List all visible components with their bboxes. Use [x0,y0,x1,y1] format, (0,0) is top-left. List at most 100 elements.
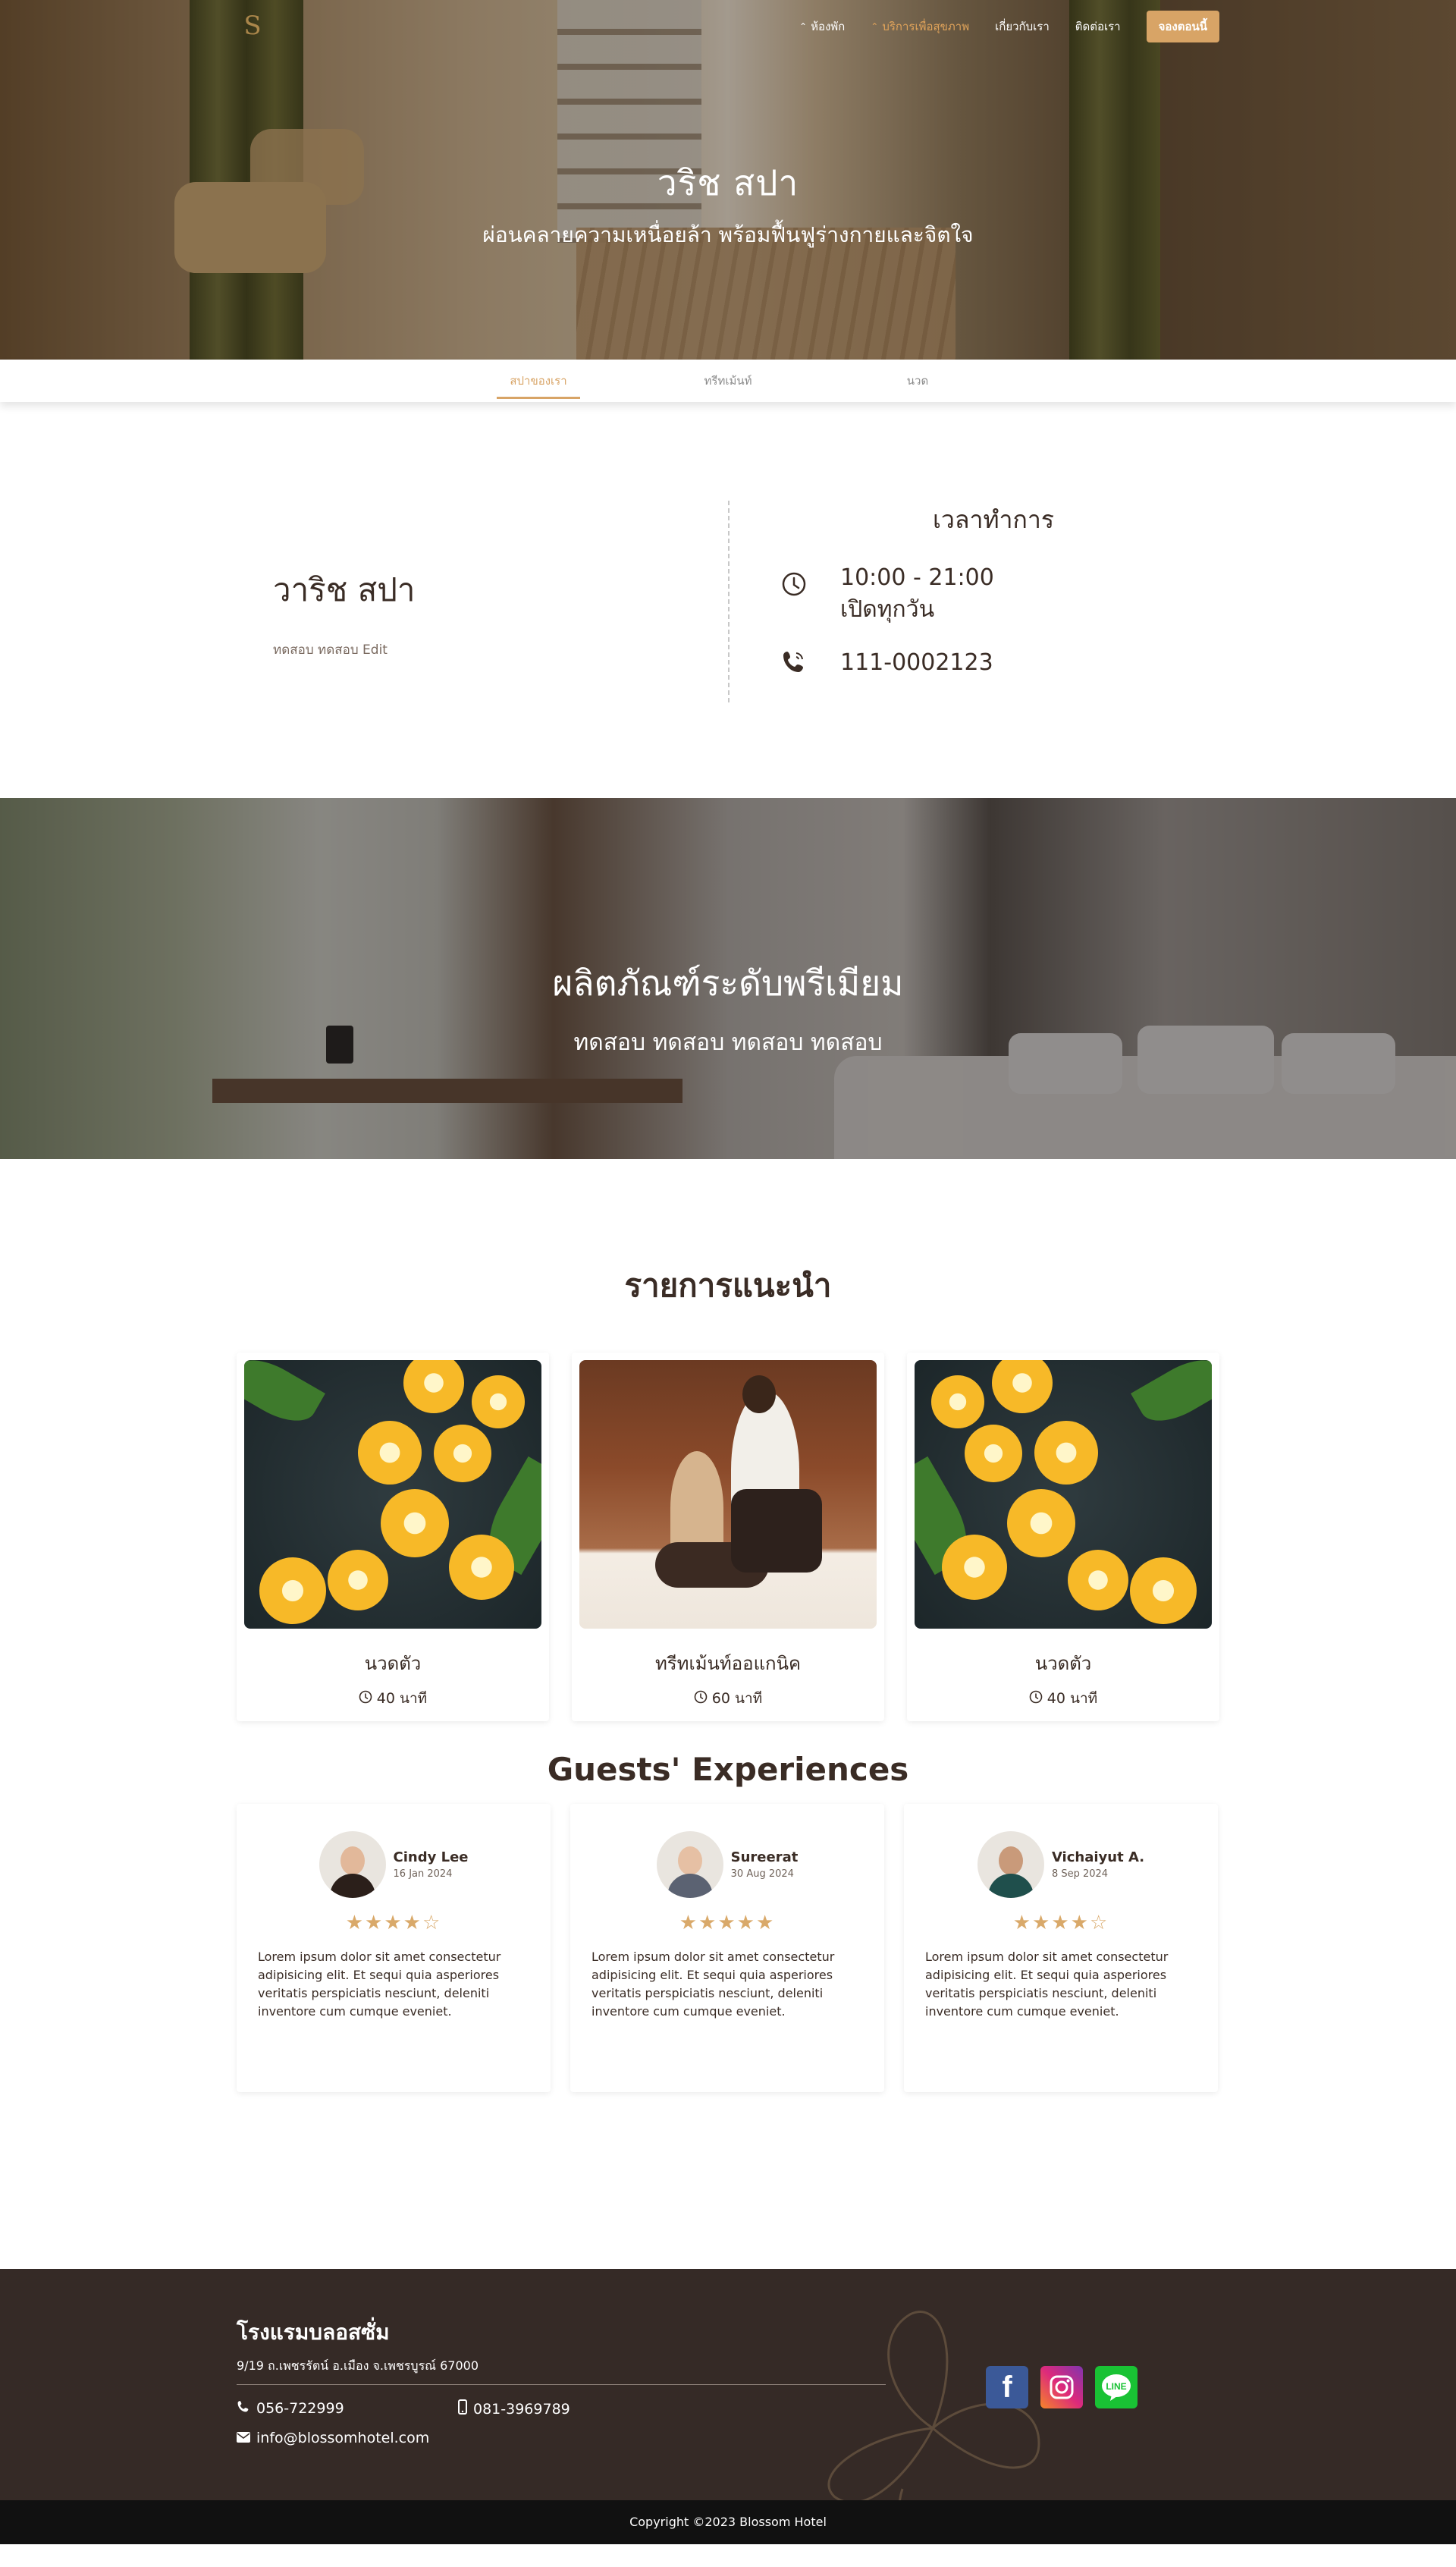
citrus-bath-image [244,1360,541,1629]
reviewer-name: Cindy Lee [393,1849,469,1865]
hero-section: S ⌃ ห้องพัก ⌃ บริการเพื่อสุขภาพ เกี่ยวกั… [0,0,1456,360]
footer-phone[interactable]: 056-722999 [237,2399,344,2417]
review-card: Sureerat 30 Aug 2024 ★★★★★ Lorem ipsum d… [570,1804,884,2092]
star-rating: ★★★★☆ [1012,1912,1109,1934]
review-text: Lorem ipsum dolor sit amet consectetur a… [592,1950,835,2019]
clock-icon [1029,1690,1043,1708]
hours-title: เวลาทำการ [932,505,1055,534]
footer-mobile[interactable]: 081-3969789 [458,2399,570,2418]
navbar: S ⌃ ห้องพัก ⌃ บริการเพื่อสุขภาพ เกี่ยวกั… [0,0,1456,49]
service-card[interactable]: นวดตัว 40 นาที [907,1353,1219,1721]
service-card[interactable]: นวดตัว 40 นาที [237,1353,549,1721]
days-value: เปิดทุกวัน [840,596,935,623]
service-name: ทรีทเม้นท์ออแกนิค [654,1653,802,1674]
service-duration: 40 นาที [907,1687,1219,1710]
nav-item-wellness[interactable]: ⌃ บริการเพื่อสุขภาพ [871,17,969,36]
spa-description: ทดสอบ ทดสอบ Edit [273,643,388,658]
nav-item-contact[interactable]: ติดต่อเรา [1075,17,1121,36]
review-text: Lorem ipsum dolor sit amet consectetur a… [925,1950,1169,2019]
nav-item-label: ห้องพัก [811,20,846,33]
svg-text:LINE: LINE [1106,2381,1126,2392]
hours-row: 10:00 - 21:00 เปิดทุกวัน [781,562,1160,626]
instagram-icon[interactable] [1040,2366,1083,2408]
chevron-up-icon: ⌃ [871,21,879,32]
clock-icon [359,1690,372,1708]
footer-email[interactable]: info@blossomhotel.com [237,2430,429,2446]
nav-links: ⌃ ห้องพัก ⌃ บริการเพื่อสุขภาพ เกี่ยวกับเ… [799,11,1219,42]
line-icon[interactable]: LINE [1095,2366,1138,2408]
duration-label: 40 นาที [1046,1690,1098,1707]
mail-icon [237,2430,250,2446]
banner-title: ผลิตภัณฑ์ระดับพรีเมียม [552,963,904,1004]
service-card[interactable]: ทรีทเม้นท์ออแกนิค 60 นาที [572,1353,884,1721]
book-now-button[interactable]: จองตอนนี้ [1146,11,1219,42]
dashed-divider [728,501,730,702]
phone-value[interactable]: 111-0002123 [840,647,993,679]
phone-row: 111-0002123 [781,647,1160,679]
phone-icon [237,2399,250,2417]
guest-experiences-section: Guests' Experiences Cindy Lee 16 Jan 202… [0,1751,1456,2269]
social-links: f LINE [986,2366,1138,2408]
hero-subtitle: ผ่อนคลายความเหนื่อยล้า พร้อมฟื้นฟูร่างกา… [482,222,974,247]
hotel-name: โรงแรมบลอสซั่ม [237,2320,390,2345]
reviewer-name: Vichaiyut A. [1051,1849,1145,1865]
avatar [656,1831,723,1898]
nav-item-about[interactable]: เกี่ยวกับเรา [995,17,1050,36]
massage-image [579,1360,877,1629]
clock-icon [694,1690,708,1708]
avatar [318,1831,386,1898]
review-date: 30 Aug 2024 [730,1868,794,1880]
blossom-logo-icon[interactable]: S [235,11,270,41]
duration-label: 40 นาที [376,1690,428,1707]
clock-icon [781,562,840,600]
avatar [977,1831,1044,1898]
spa-intro: วาริช สปา ทดสอบ ทดสอบ Edit [273,565,415,660]
mobile-icon [458,2399,467,2418]
nav-item-label: เกี่ยวกับเรา [995,20,1050,33]
recommended-title: รายการแนะนำ [624,1267,832,1304]
phone-number: 056-722999 [256,2399,344,2417]
premium-banner: ผลิตภัณฑ์ระดับพรีเมียม ทดสอบ ทดสอบ ทดสอบ… [0,798,1456,1159]
star-rating: ★★★★☆ [345,1912,442,1934]
spa-tabs: สปาของเรา ทรีทเม้นท์ นวด [0,360,1456,402]
nav-item-label: บริการเพื่อสุขภาพ [882,20,970,33]
service-name: นวดตัว [1034,1653,1092,1674]
phone-icon [781,647,840,677]
spa-info-section: วาริช สปา ทดสอบ ทดสอบ Edit เวลาทำการ 10:… [0,402,1456,798]
recommended-cards: นวดตัว 40 นาที ทรีทเม้นท์ออแกนิค 60 นาที [237,1353,1219,1721]
star-rating: ★★★★★ [679,1912,776,1934]
review-text: Lorem ipsum dolor sit amet consectetur a… [258,1950,501,2019]
banner-text: ผลิตภัณฑ์ระดับพรีเมียม ทดสอบ ทดสอบ ทดสอบ… [0,956,1456,1060]
spa-name: วาริช สปา [273,571,416,608]
chevron-up-icon: ⌃ [799,21,808,32]
footer-divider [237,2384,886,2385]
reviews-title: Guests' Experiences [547,1751,909,1788]
copyright-bar: Copyright ©2023 Blossom Hotel [0,2500,1456,2544]
mobile-number: 081-3969789 [473,2400,570,2418]
review-cards: Cindy Lee 16 Jan 2024 ★★★★☆ Lorem ipsum … [237,1804,1218,2092]
tab-our-spa[interactable]: สปาของเรา [444,360,633,402]
reviewer-name: Sureerat [730,1849,799,1865]
hero-text: วริช สปา ผ่อนคลายความเหนื่อยล้า พร้อมฟื้… [0,156,1456,252]
review-card: Cindy Lee 16 Jan 2024 ★★★★☆ Lorem ipsum … [237,1804,551,2092]
review-date: 8 Sep 2024 [1051,1868,1109,1880]
service-duration: 40 นาที [237,1687,549,1710]
citrus-bath-image [915,1360,1212,1629]
service-name: นวดตัว [364,1653,422,1674]
nav-item-rooms[interactable]: ⌃ ห้องพัก [799,17,845,36]
tab-massage[interactable]: นวด [823,360,1012,402]
opening-hours: เวลาทำการ 10:00 - 21:00 เปิดทุกวัน 111-0… [781,501,1160,679]
facebook-icon[interactable]: f [986,2366,1028,2408]
footer: โรงแรมบลอสซั่ม 9/19 ถ.เพชรรัตน์ อ.เมือง … [0,2269,1456,2500]
hotel-address: 9/19 ถ.เพชรรัตน์ อ.เมือง จ.เพชรบูรณ์ 670… [237,2358,479,2373]
nav-item-label: ติดต่อเรา [1075,20,1121,33]
service-duration: 60 นาที [572,1687,884,1710]
hours-value: 10:00 - 21:00 [840,564,994,591]
email-address: info@blossomhotel.com [256,2430,430,2446]
duration-label: 60 นาที [711,1690,763,1707]
tab-treatment[interactable]: ทรีทเม้นท์ [633,360,823,402]
hero-title: วริช สปา [657,162,799,203]
banner-subtitle: ทดสอบ ทดสอบ ทดสอบ ทดสอบ [573,1029,883,1056]
recommended-section: รายการแนะนำ นวดตัว 40 นาที ทรีทเม้นท์ออแ… [0,1159,1456,1751]
review-date: 16 Jan 2024 [393,1868,453,1880]
